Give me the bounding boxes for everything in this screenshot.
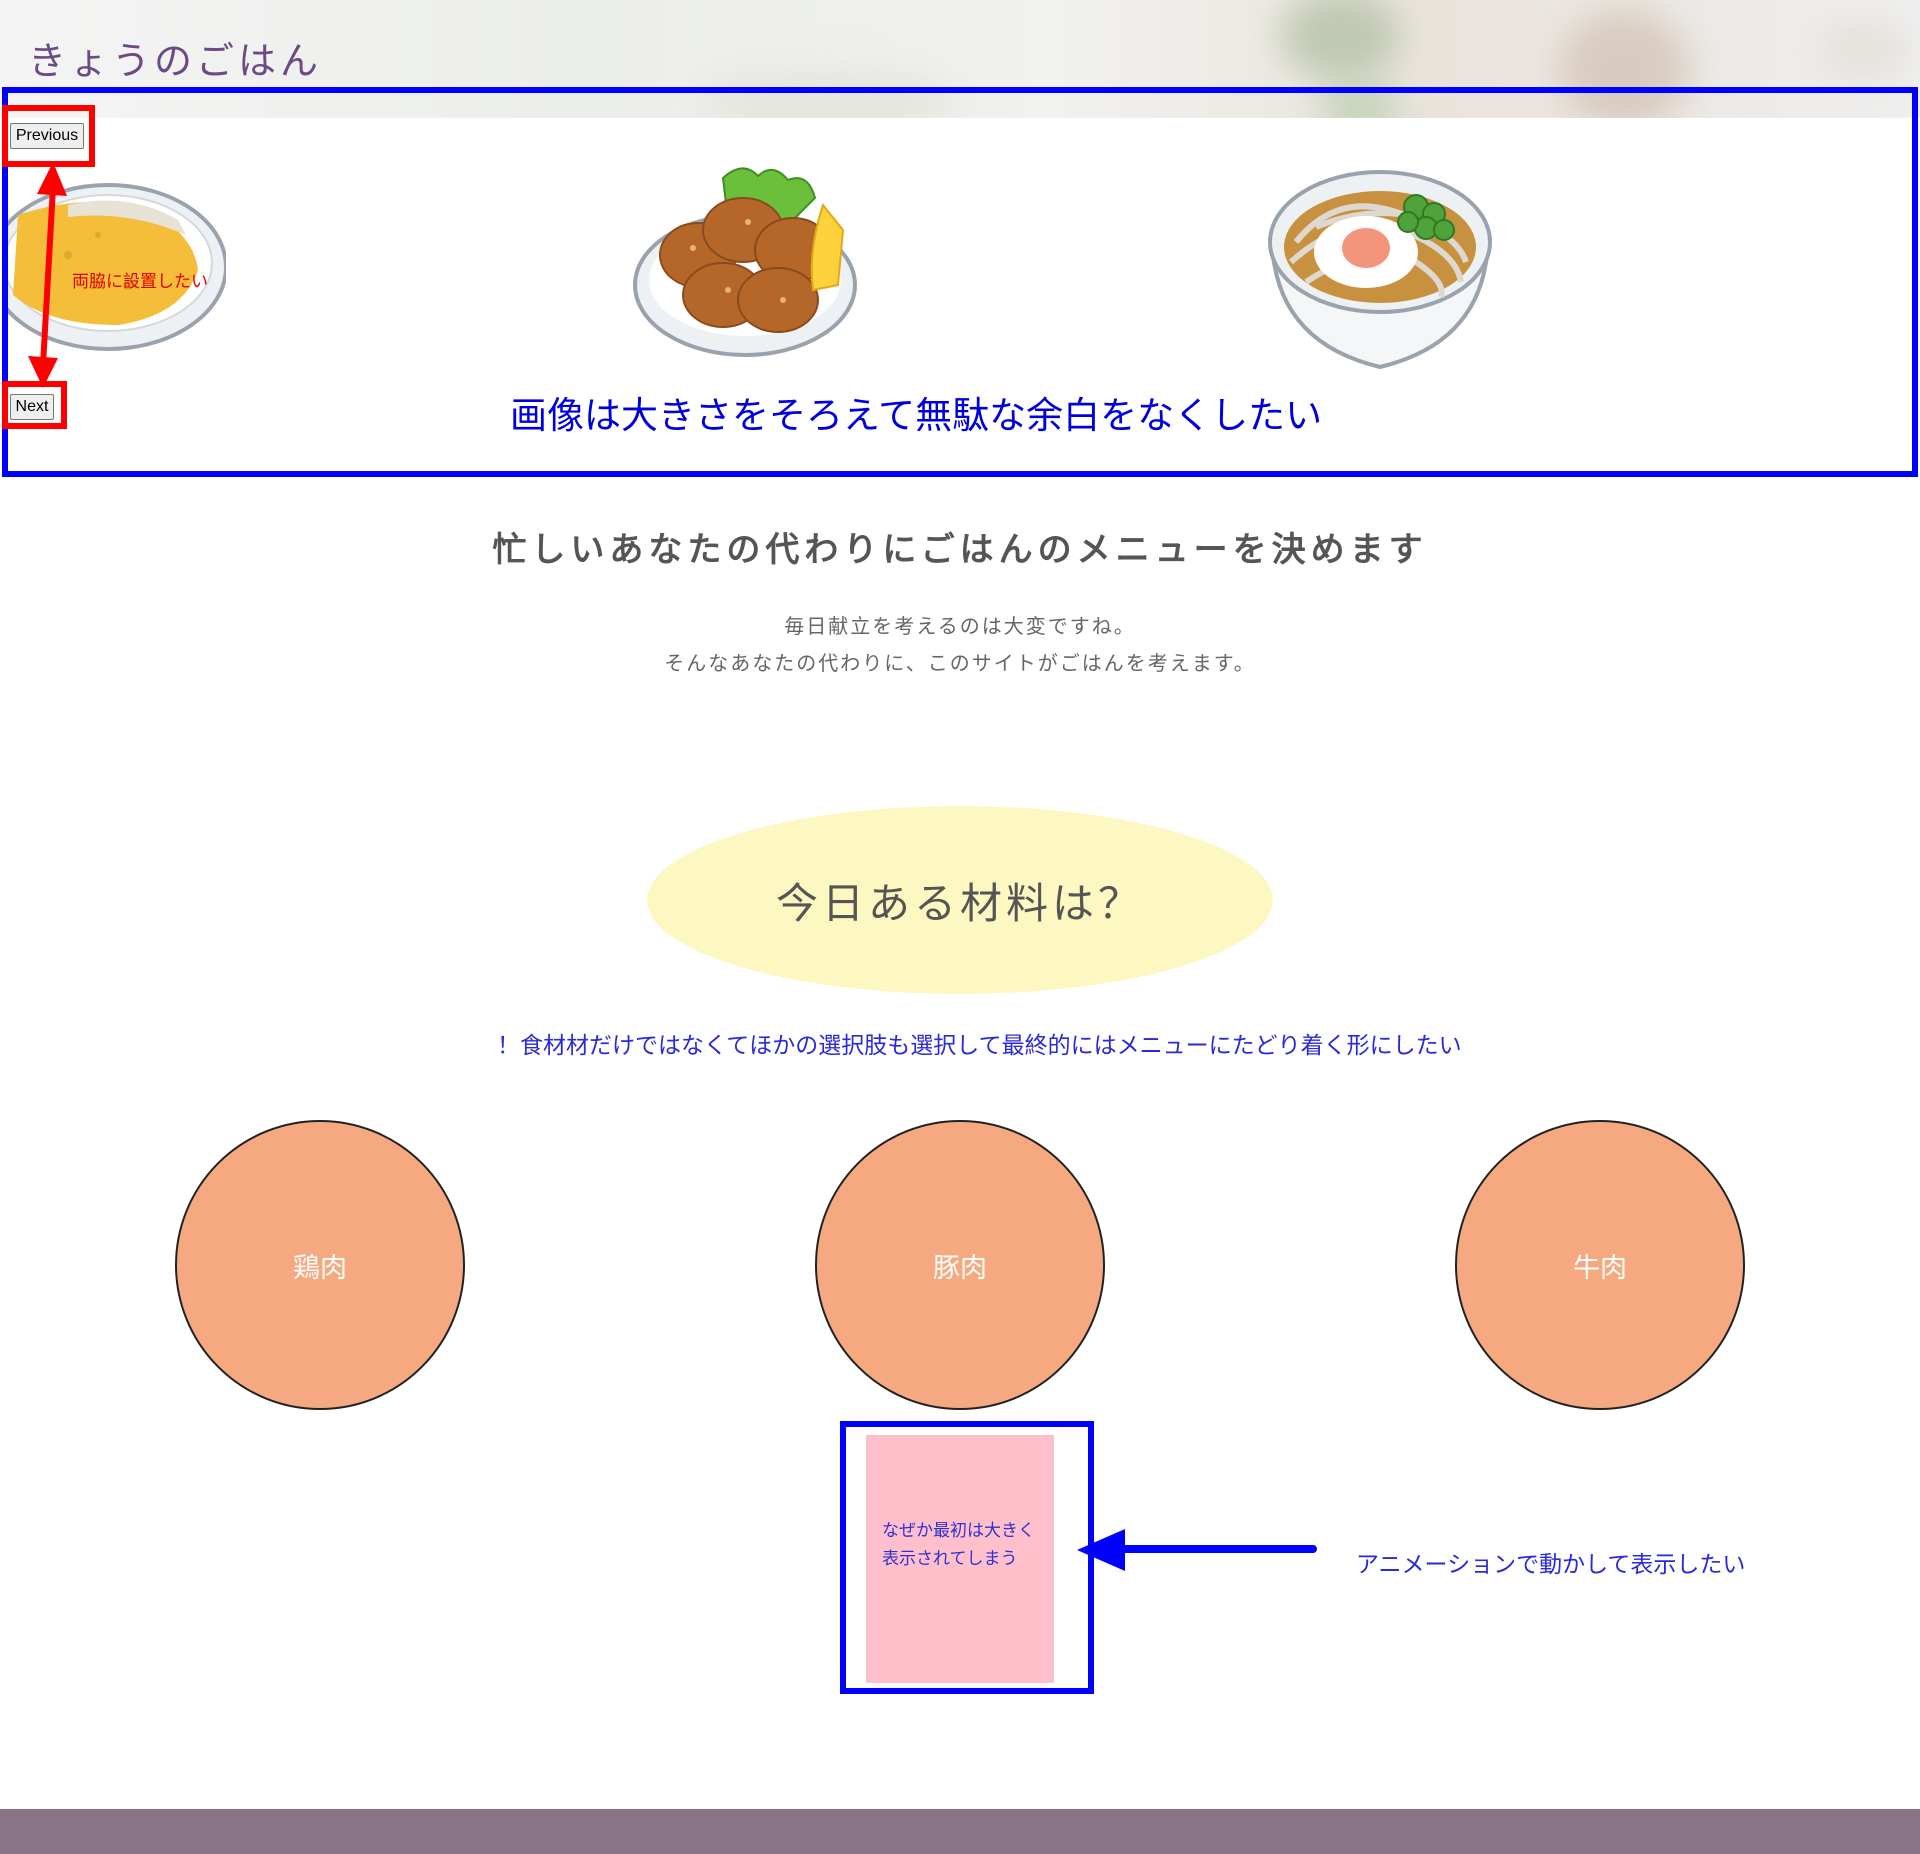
question-title: 今日ある材料は？ (775, 878, 1144, 928)
next-button[interactable]: Next (10, 394, 54, 420)
intro-description-line: そんなあなたの代わりに、このサイトがごはんを考えます。 (664, 651, 1256, 675)
choice-beef[interactable]: 牛肉 (1455, 1120, 1745, 1410)
question-note: ！食材材だけではなくてほかの選択肢も選択して最終的にはメニューにたどり着く形にし… (497, 1033, 1462, 1059)
arrow-left-annotation (1077, 1529, 1317, 1571)
choice-label: 鶏肉 (293, 1252, 347, 1284)
card-note: アニメーションで動かして表示したい (1356, 1552, 1746, 1578)
site-title[interactable]: きょうのごはん (28, 30, 322, 85)
intro-heading: 忙しいあなたの代わりにごはんのメニューを決めます (492, 530, 1428, 570)
double-arrow-annotation (28, 162, 67, 388)
card-text: 表示されてしまう (882, 1549, 1018, 1569)
slider-side-note: 両脇に設置したい (72, 272, 208, 292)
card-text: なぜか最初は大きく (882, 1521, 1035, 1541)
footer (0, 1809, 1920, 1854)
choice-pork[interactable]: 豚肉 (815, 1120, 1105, 1410)
result-card: なぜか最初は大きく 表示されてしまう (866, 1435, 1054, 1683)
slider-image-note: 画像は大きさをそろえて無駄な余白をなくしたい (510, 394, 1323, 437)
question-bubble: 今日ある材料は？ (647, 806, 1273, 994)
choice-chicken[interactable]: 鶏肉 (175, 1120, 465, 1410)
choice-label: 牛肉 (1573, 1252, 1627, 1284)
choice-label: 豚肉 (933, 1252, 987, 1284)
previous-button[interactable]: Previous (10, 123, 84, 149)
intro-description-line: 毎日献立を考えるのは大変ですね。 (784, 614, 1136, 638)
intro-description: 毎日献立を考えるのは大変ですね。 そんなあなたの代わりに、このサイトがごはんを考… (0, 608, 1920, 682)
